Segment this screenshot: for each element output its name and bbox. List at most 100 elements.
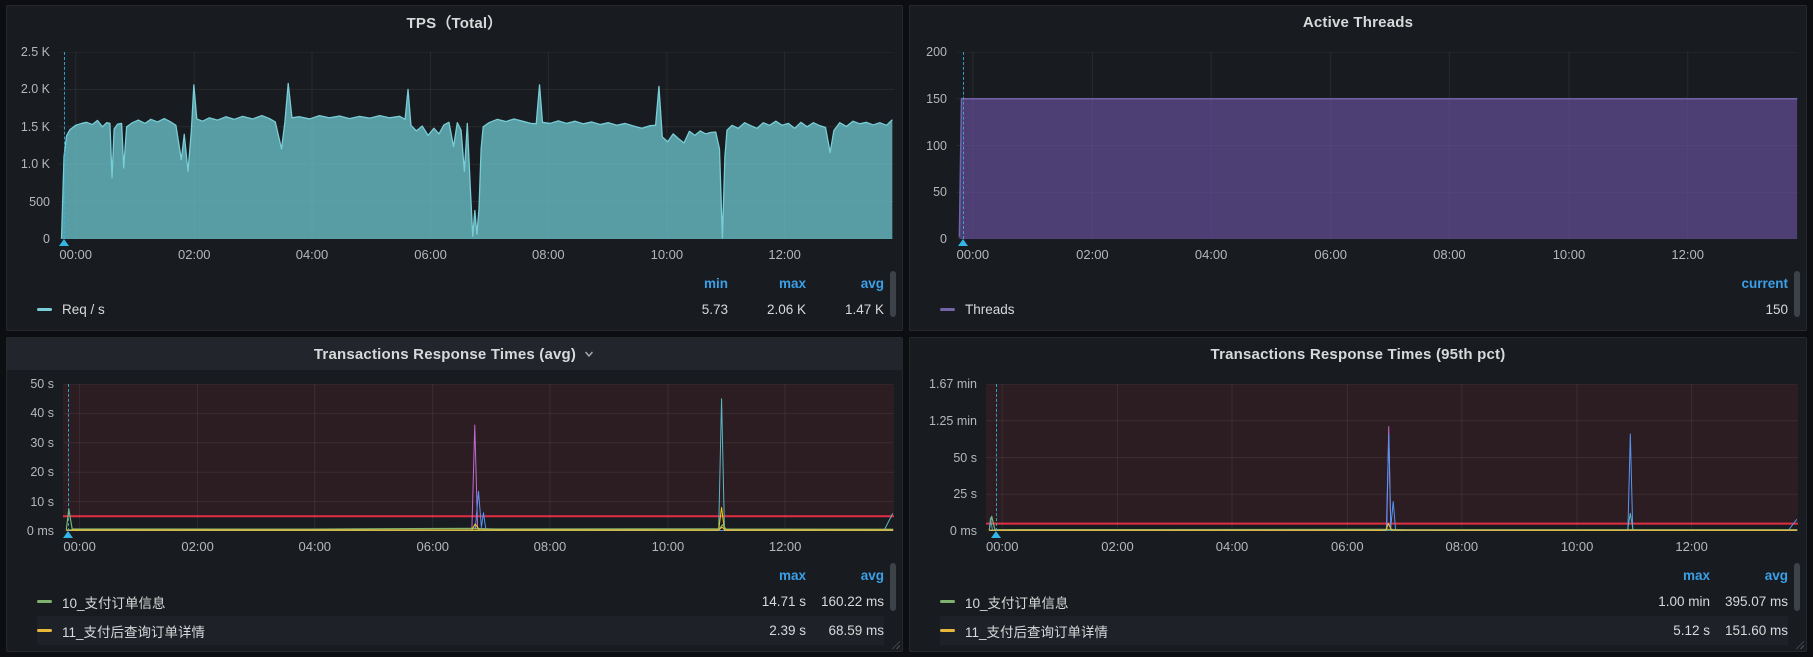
legend-stat-header[interactable]: avg — [1710, 568, 1788, 583]
x-axis-label: 12:00 — [769, 539, 802, 554]
legend-header-row: current — [940, 271, 1788, 295]
panel-2: Active Threads20015010050000:0002:0004:0… — [909, 5, 1807, 331]
series-name[interactable]: Req / s — [62, 302, 105, 317]
x-axis-label: 10:00 — [1553, 247, 1586, 262]
legend-stat-header[interactable]: max — [728, 276, 806, 291]
legend-stat-value: 1.00 min — [1632, 594, 1710, 609]
legend-stat-value: 150 — [1710, 302, 1788, 317]
panel-menu-chevron-icon[interactable] — [583, 348, 595, 360]
y-axis-label: 1.0 K — [21, 157, 50, 171]
x-axis-label: 12:00 — [1671, 247, 1704, 262]
legend-row: Req / s5.732.06 K1.47 K — [37, 295, 884, 324]
series-color-dash-icon[interactable] — [940, 629, 955, 632]
series-color-dash-icon[interactable] — [37, 308, 52, 311]
y-axis-label: 1.5 K — [21, 120, 50, 134]
x-axis-label: 00:00 — [957, 247, 990, 262]
plot-area[interactable] — [956, 52, 1798, 239]
series-name[interactable]: Threads — [965, 302, 1015, 317]
y-axis: 1.67 min1.25 min50 s25 s0 ms — [910, 384, 986, 531]
legend-stat-header[interactable]: max — [728, 568, 806, 583]
plot-area[interactable] — [63, 384, 894, 531]
legend-row: 11_支付后查询订单详情2.39 s68.59 ms — [37, 616, 884, 645]
series-name[interactable]: 10_支付订单信息 — [62, 592, 166, 612]
y-axis-label: 1.67 min — [929, 377, 977, 391]
annotation-marker-icon[interactable] — [59, 239, 69, 246]
x-axis-label: 08:00 — [1433, 247, 1466, 262]
panel-1: TPS（Total）2.5 K2.0 K1.5 K1.0 K500000:000… — [6, 5, 903, 331]
x-axis-label: 00:00 — [63, 539, 96, 554]
annotation-marker-icon[interactable] — [991, 531, 1001, 538]
legend-stat-value: 1.47 K — [806, 302, 884, 317]
chart-svg — [59, 52, 894, 239]
series-name[interactable]: 10_支付订单信息 — [965, 592, 1069, 612]
series-color-dash-icon[interactable] — [37, 629, 52, 632]
x-axis-label: 04:00 — [296, 247, 329, 262]
legend-scrollbar[interactable] — [1794, 563, 1800, 611]
legend-stat-value: 5.12 s — [1632, 623, 1710, 638]
legend-stat-value: 14.71 s — [728, 594, 806, 609]
legend-stat-header[interactable]: avg — [806, 568, 884, 583]
x-axis: 00:0002:0004:0006:0008:0010:0012:00 — [59, 239, 894, 269]
panel-title[interactable]: Transactions Response Times (95th pct) — [1211, 346, 1506, 363]
y-axis-label: 1.25 min — [929, 414, 977, 428]
y-axis-label: 500 — [29, 195, 50, 209]
series-name[interactable]: 11_支付后查询订单详情 — [965, 621, 1108, 641]
legend-row: 10_支付订单信息 1.00 min395.07 ms — [940, 587, 1788, 616]
legend-stat-value: 5.73 — [650, 302, 728, 317]
legend-stat-header[interactable]: min — [650, 276, 728, 291]
chart-zone: 50 s40 s30 s20 s10 s0 ms00:0002:0004:000… — [7, 370, 902, 561]
grafana-dashboard: TPS（Total）2.5 K2.0 K1.5 K1.0 K500000:000… — [0, 0, 1813, 657]
y-axis-label: 50 s — [953, 451, 977, 465]
x-axis-label: 02:00 — [1101, 539, 1134, 554]
x-axis-label: 08:00 — [1446, 539, 1479, 554]
legend-stat-header[interactable]: current — [1710, 276, 1788, 291]
plot-area[interactable] — [59, 52, 894, 239]
legend-scrollbar[interactable] — [890, 271, 896, 317]
x-axis-label: 10:00 — [651, 247, 684, 262]
legend-scrollbar[interactable] — [1794, 271, 1800, 317]
annotation-marker-icon[interactable] — [63, 531, 73, 538]
x-axis-label: 06:00 — [1331, 539, 1364, 554]
plot-area[interactable] — [986, 384, 1798, 531]
legend-header-row: maxavg — [37, 563, 884, 587]
y-axis-label: 50 — [933, 185, 947, 199]
legend-row: 11_支付后查询订单详情 5.12 s151.60 ms — [940, 616, 1788, 645]
panel-4: Transactions Response Times (95th pct) 1.… — [909, 337, 1807, 652]
series-name[interactable]: 11_支付后查询订单详情 — [62, 621, 205, 641]
x-axis-label: 06:00 — [417, 539, 450, 554]
legend-stat-value: 160.22 ms — [806, 594, 884, 609]
legend-stat-header[interactable]: max — [1632, 568, 1710, 583]
y-axis-label: 20 s — [30, 465, 54, 479]
legend-stat-header[interactable]: avg — [806, 276, 884, 291]
x-axis: 00:0002:0004:0006:0008:0010:0012:00 — [986, 531, 1798, 561]
panel-title[interactable]: Transactions Response Times (avg) — [314, 346, 576, 363]
x-axis-label: 10:00 — [1561, 539, 1594, 554]
x-axis: 00:0002:0004:0006:0008:0010:0012:00 — [63, 531, 894, 561]
legend: maxavg 10_支付订单信息 14.71 s160.22 ms 11_支付后查询订… — [7, 561, 902, 651]
annotation-marker-icon[interactable] — [958, 239, 968, 246]
y-axis-label: 30 s — [30, 436, 54, 450]
x-axis-label: 06:00 — [1314, 247, 1347, 262]
y-axis-label: 40 s — [30, 406, 54, 420]
legend-stat-value: 395.07 ms — [1710, 594, 1788, 609]
annotation-line — [68, 384, 69, 531]
x-axis-label: 04:00 — [299, 539, 332, 554]
panel-title[interactable]: TPS（Total） — [407, 12, 503, 33]
x-axis-label: 00:00 — [59, 247, 92, 262]
legend-stat-value: 151.60 ms — [1710, 623, 1788, 638]
legend: minmaxavgReq / s5.732.06 K1.47 K — [7, 269, 902, 330]
y-axis-label: 200 — [926, 45, 947, 59]
x-axis-label: 08:00 — [534, 539, 567, 554]
legend-scrollbar[interactable] — [890, 563, 896, 611]
chart-svg — [986, 384, 1798, 531]
x-axis-label: 02:00 — [181, 539, 214, 554]
panel-title[interactable]: Active Threads — [1303, 14, 1413, 31]
panel-header: Active Threads — [910, 6, 1806, 38]
series-color-dash-icon[interactable] — [940, 600, 955, 603]
y-axis: 2.5 K2.0 K1.5 K1.0 K5000 — [7, 52, 59, 239]
series-color-dash-icon[interactable] — [37, 600, 52, 603]
y-axis: 200150100500 — [910, 52, 956, 239]
series-color-dash-icon[interactable] — [940, 308, 955, 311]
y-axis-label: 2.5 K — [21, 45, 50, 59]
panel-header: TPS（Total） — [7, 6, 902, 38]
